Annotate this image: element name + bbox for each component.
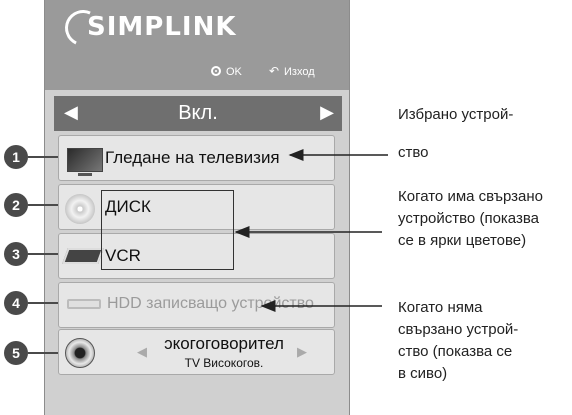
annotation-selected: Избрано устрой- ство [398,104,513,164]
annotation-disconnected: Когато няма свързано устрой- ство (показ… [398,297,518,385]
annotation-line: Избрано устрой- [398,106,514,123]
annotation-line: устройство (показва [398,210,539,227]
annotation-connected: Когато има свързано устройство (показва … [398,186,543,252]
annotation-line: в сиво) [398,365,448,382]
annotation-line: Когато има свързано [398,188,544,205]
annotation-line: свързано устрой- [398,321,519,338]
annotation-line: ство [398,144,429,161]
annotation-line: се в ярки цветове) [398,232,527,249]
annotation-line: ство (показва се [398,343,513,360]
annotation-line: Когато няма [398,299,483,316]
